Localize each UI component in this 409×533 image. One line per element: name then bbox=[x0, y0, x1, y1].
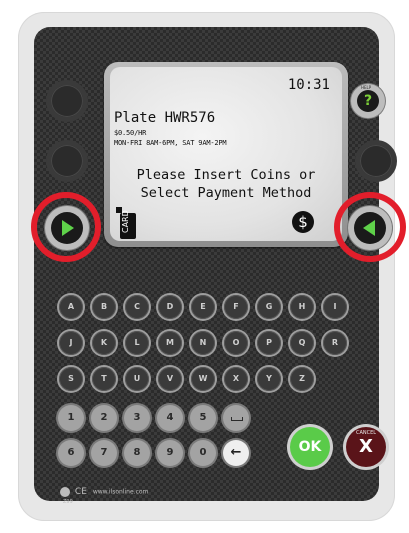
key-y[interactable]: Y bbox=[257, 367, 281, 391]
key-k[interactable]: K bbox=[92, 331, 116, 355]
backspace-key[interactable]: ← bbox=[223, 440, 249, 466]
check-logo-icon bbox=[60, 487, 70, 497]
parking-rate: $0.50/HR bbox=[114, 129, 147, 137]
key-o[interactable]: O bbox=[224, 331, 248, 355]
key-8[interactable]: 8 bbox=[124, 440, 150, 466]
highlight-ring-left bbox=[31, 192, 101, 262]
key-i[interactable]: I bbox=[323, 295, 347, 319]
key-m[interactable]: M bbox=[158, 331, 182, 355]
empty-ring-mid-left bbox=[46, 140, 88, 182]
key-4[interactable]: 4 bbox=[157, 405, 183, 431]
card-label: CARD bbox=[121, 210, 130, 233]
key-h[interactable]: H bbox=[290, 295, 314, 319]
key-s[interactable]: S bbox=[59, 367, 83, 391]
key-u[interactable]: U bbox=[125, 367, 149, 391]
empty-ring-mid-right bbox=[355, 140, 397, 182]
key-v[interactable]: V bbox=[158, 367, 182, 391]
website-text: www.ilsonline.com bbox=[92, 488, 149, 496]
model-number: Z99 bbox=[63, 499, 73, 505]
empty-ring-top-left bbox=[46, 80, 88, 122]
ce-mark: CE bbox=[74, 487, 87, 497]
key-e[interactable]: E bbox=[191, 295, 215, 319]
key-l[interactable]: L bbox=[125, 331, 149, 355]
clock: 10:31 bbox=[287, 77, 330, 93]
key-5[interactable]: 5 bbox=[190, 405, 216, 431]
key-q[interactable]: Q bbox=[290, 331, 314, 355]
plate-number: Plate HWR576 bbox=[114, 110, 216, 126]
key-b[interactable]: B bbox=[92, 295, 116, 319]
question-icon: ? bbox=[357, 90, 379, 112]
key-p[interactable]: P bbox=[257, 331, 281, 355]
key-0[interactable]: 0 bbox=[190, 440, 216, 466]
key-2[interactable]: 2 bbox=[91, 405, 117, 431]
key-d[interactable]: D bbox=[158, 295, 182, 319]
highlight-ring-right bbox=[334, 192, 406, 262]
key-z[interactable]: Z bbox=[290, 367, 314, 391]
key-7[interactable]: 7 bbox=[91, 440, 117, 466]
space-key[interactable] bbox=[223, 405, 249, 431]
parking-hours: MON-FRI 8AM-6PM, SAT 9AM-2PM bbox=[114, 139, 227, 147]
key-c[interactable]: C bbox=[125, 295, 149, 319]
backspace-arrow-icon: ← bbox=[230, 445, 242, 460]
key-g[interactable]: G bbox=[257, 295, 281, 319]
dollar-icon: $ bbox=[292, 211, 314, 233]
key-x[interactable]: X bbox=[224, 367, 248, 391]
key-w[interactable]: W bbox=[191, 367, 215, 391]
help-button[interactable]: HELP ? bbox=[351, 84, 385, 118]
ok-button[interactable]: OK bbox=[290, 427, 330, 467]
key-n[interactable]: N bbox=[191, 331, 215, 355]
display-screen: 10:31 Plate HWR576 $0.50/HR MON-FRI 8AM-… bbox=[110, 67, 342, 241]
key-3[interactable]: 3 bbox=[124, 405, 150, 431]
cancel-x-icon: X bbox=[359, 436, 373, 457]
key-t[interactable]: T bbox=[92, 367, 116, 391]
cancel-button[interactable]: CANCEL X bbox=[346, 427, 386, 467]
prompt-line-2: Select Payment Method bbox=[140, 185, 312, 201]
prompt-line-1: Please Insert Coins or bbox=[136, 167, 316, 183]
key-a[interactable]: A bbox=[59, 295, 83, 319]
key-r[interactable]: R bbox=[323, 331, 347, 355]
key-9[interactable]: 9 bbox=[157, 440, 183, 466]
key-j[interactable]: J bbox=[59, 331, 83, 355]
key-f[interactable]: F bbox=[224, 295, 248, 319]
key-1[interactable]: 1 bbox=[58, 405, 84, 431]
footer: CE www.ilsonline.com Z99 bbox=[60, 487, 149, 505]
key-6[interactable]: 6 bbox=[58, 440, 84, 466]
